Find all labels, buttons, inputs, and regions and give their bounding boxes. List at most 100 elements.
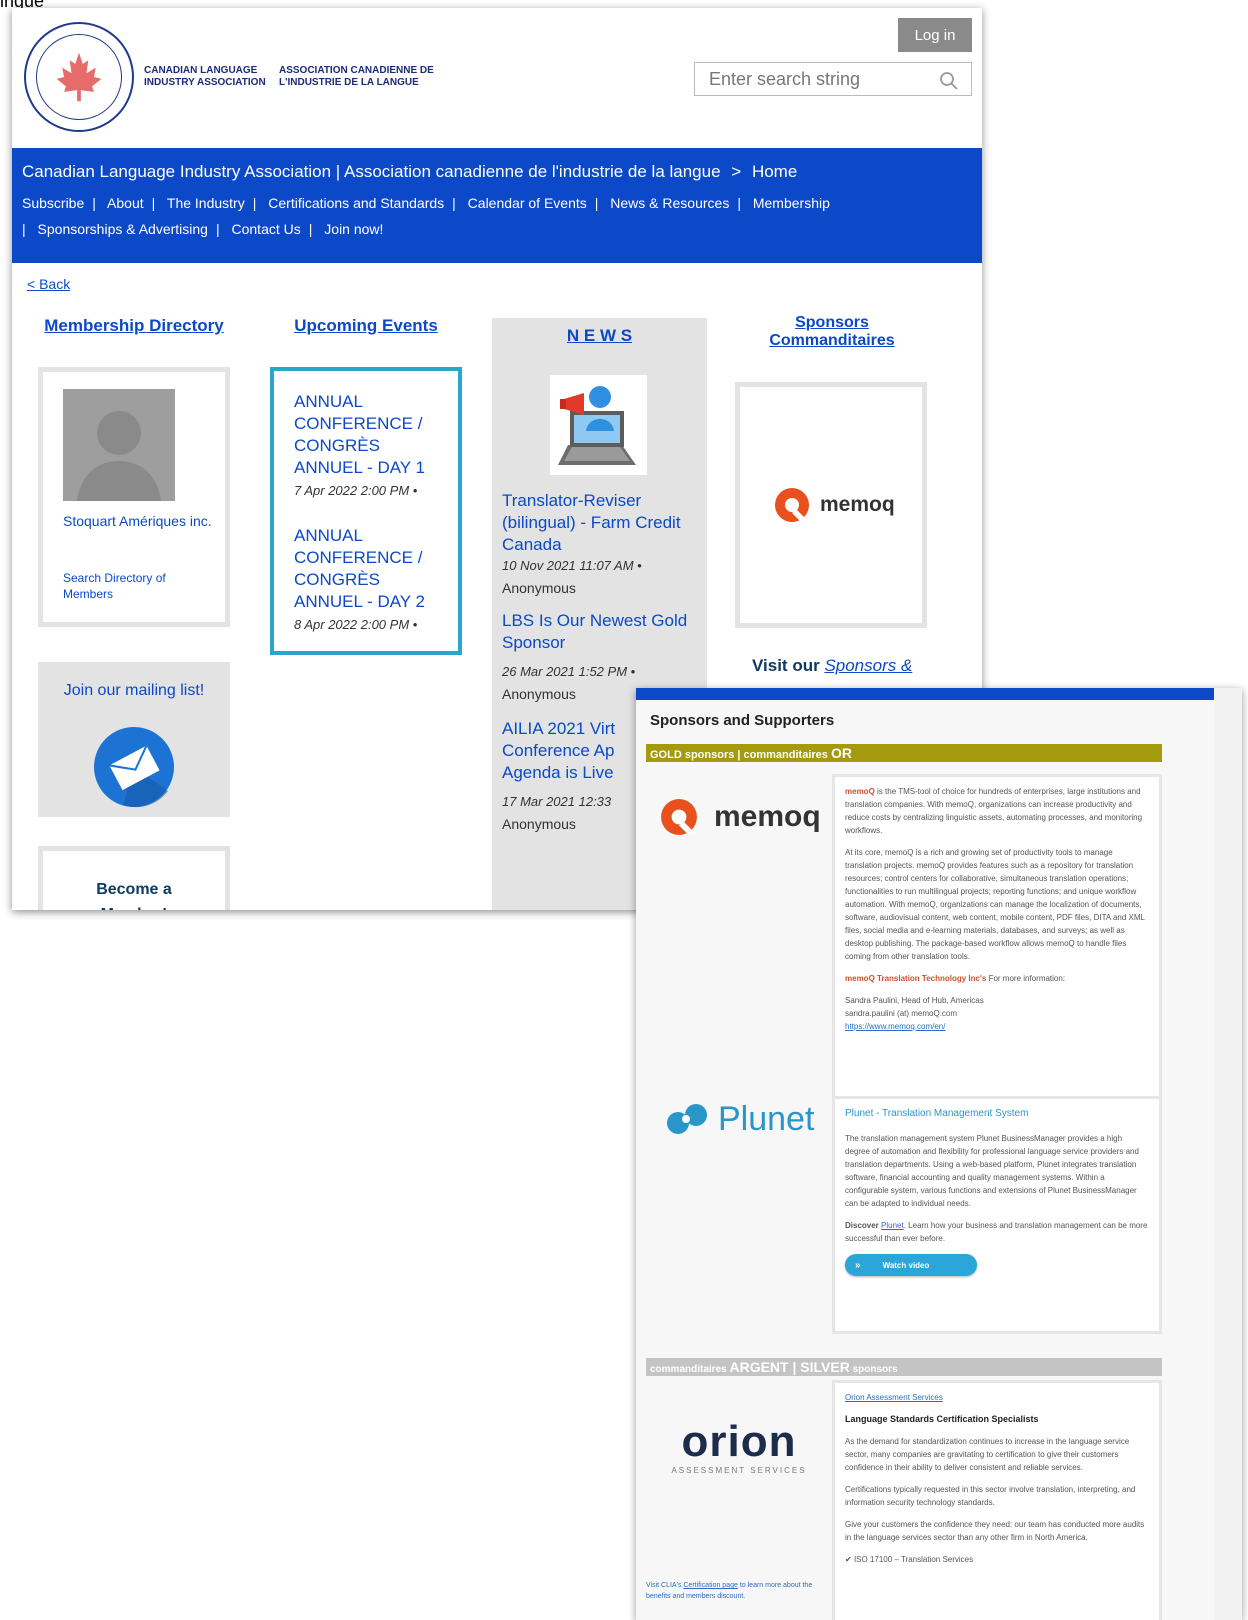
avatar[interactable] [63, 389, 175, 501]
nav-separator: | [452, 195, 456, 211]
memoq-paragraph: memoQ is the TMS-tool of choice for hund… [845, 785, 1149, 837]
sponsors-title-line1[interactable]: Sponsors [736, 314, 928, 332]
person-silhouette-icon [77, 411, 161, 501]
nav-band: Canadian Language Industry Association |… [12, 148, 982, 263]
nav-subscribe[interactable]: Subscribe [22, 195, 84, 211]
news-item-meta: 10 Nov 2021 11:07 AM • Anonymous [502, 554, 697, 599]
certification-page-link[interactable]: Certification page [683, 1582, 737, 1589]
overlay-content: Sponsors and Supporters GOLD sponsors | … [636, 700, 1214, 1620]
become-line2: Member! [43, 902, 225, 910]
mailing-list-label[interactable]: Join our mailing list! [38, 682, 230, 700]
become-member-text[interactable]: Become a Member! [43, 877, 225, 910]
nav-row-2: | Sponsorships & Advertising | Contact Us… [22, 221, 383, 237]
breadcrumb-current: Home [751, 162, 798, 181]
plunet-logo-word: Plunet [718, 1100, 815, 1138]
site-header: CANADIAN LANGUAGE INDUSTRY ASSOCIATION A… [12, 8, 982, 148]
nav-separator: | [594, 195, 599, 211]
maple-leaf-icon [36, 34, 122, 120]
event-title[interactable]: ANNUAL CONFERENCE / CONGRÈS ANNUEL - DAY… [294, 525, 444, 613]
silver-bar-small: commanditaires [650, 1364, 727, 1375]
news-item-author: Anonymous [502, 580, 576, 596]
nav-separator: | [252, 195, 257, 211]
orion-p2: Certifications typically requested in th… [845, 1485, 1136, 1507]
memoq-paragraph: memoQ Translation Technology Inc's For m… [845, 972, 1149, 985]
memoq-q-icon [775, 488, 809, 522]
plunet-link[interactable]: Plunet [881, 1221, 904, 1230]
envelope-icon[interactable] [93, 726, 175, 808]
nav-sponsorships[interactable]: Sponsorships & Advertising [38, 221, 208, 237]
memoq-contact-email: sandra.paulini (at) memoQ.com [845, 1009, 958, 1018]
search-box [694, 62, 972, 96]
plunet-description: Plunet - Translation Management System T… [832, 1096, 1162, 1334]
memoq-contact-name: Sandra Paulini, Head of Hub, Americas [845, 996, 984, 1005]
nav-separator: | [737, 195, 741, 211]
memoq-logo-word: memoq [820, 493, 895, 516]
org-name-fr: ASSOCIATION CANADIENNE DE L'INDUSTRIE DE… [279, 65, 434, 88]
nav-separator: | [92, 195, 96, 211]
orion-p4-text: ISO 17100 – Translation Services [853, 1555, 974, 1564]
orion-link[interactable]: Orion Assessment Services [845, 1391, 1149, 1404]
plunet-title[interactable]: Plunet - Translation Management System [845, 1107, 1149, 1120]
event-title[interactable]: ANNUAL CONFERENCE / CONGRÈS ANNUEL - DAY… [294, 391, 444, 479]
memoq-logo-large[interactable]: memoq [660, 798, 821, 836]
orion-p3: Give your customers the confidence they … [845, 1520, 1145, 1542]
sponsor-box: memoq [735, 382, 927, 628]
visit-clia-text: Visit CLIA's Certification page to learn… [646, 1580, 826, 1602]
news-item-title[interactable]: AILIA 2021 Virt Conference Ap Agenda is … [502, 718, 622, 784]
become-member-card[interactable]: Become a Member! [38, 846, 230, 910]
mailing-list-card[interactable]: Join our mailing list! [38, 662, 230, 817]
overlay-top-bar [636, 688, 1214, 700]
login-button[interactable]: Log in [898, 18, 972, 52]
memoq-url-link[interactable]: https://www.memoq.com/en/ [845, 1020, 1149, 1033]
plunet-discover: Discover [845, 1221, 879, 1230]
membership-card: Stoquart Amériques inc. Search Directory… [38, 367, 230, 627]
news-title[interactable]: N E W S [492, 326, 707, 346]
search-icon[interactable] [939, 71, 959, 91]
orion-logo-word: orion [681, 1417, 797, 1466]
nav-separator: | [215, 221, 220, 237]
gold-bar-big: OR [830, 745, 852, 761]
become-line1: Become a [96, 881, 172, 898]
memoq-q-icon [661, 799, 697, 835]
nav-separator: | [308, 221, 313, 237]
nav-the-industry[interactable]: The Industry [167, 195, 245, 211]
upcoming-events-title[interactable]: Upcoming Events [270, 316, 462, 336]
nav-membership[interactable]: Membership [753, 195, 830, 211]
news-item-date: 26 Mar 2021 1:52 PM • [502, 664, 636, 679]
event-date: 8 Apr 2022 2:00 PM • [294, 617, 418, 632]
clia-logo[interactable] [24, 22, 134, 132]
memoq-p2: At its core, memoQ is a rich and growing… [845, 848, 1145, 961]
back-link[interactable]: < Back [27, 276, 70, 292]
plunet-logo[interactable]: Plunet [666, 1100, 814, 1139]
gold-sponsors-bar: GOLD sponsors | commanditaires OR [646, 744, 1162, 762]
gold-bar-small: GOLD sponsors | commanditaires [650, 749, 828, 761]
orion-logo-sub: ASSESSMENT SERVICES [671, 1466, 807, 1475]
org-name-en: CANADIAN LANGUAGE INDUSTRY ASSOCIATION [144, 65, 266, 88]
nav-contact[interactable]: Contact Us [232, 221, 301, 237]
member-name-link[interactable]: Stoquart Amériques inc. [63, 512, 213, 530]
nav-news-resources[interactable]: News & Resources [610, 195, 729, 211]
orion-logo[interactable]: orion ASSESSMENT SERVICES [664, 1417, 814, 1476]
news-item-title[interactable]: LBS Is Our Newest Gold Sponsor [502, 610, 697, 654]
sponsors-title-line2[interactable]: Commanditaires [736, 332, 928, 350]
search-input[interactable] [709, 68, 929, 90]
watch-video-label: Watch video [882, 1260, 930, 1270]
sponsors-title[interactable]: Sponsors Commanditaires [736, 314, 928, 350]
news-image[interactable] [550, 375, 647, 475]
check-icon: ✔ [845, 1555, 854, 1564]
visit-sponsors-link[interactable]: Sponsors & [824, 656, 912, 675]
breadcrumb-site[interactable]: Canadian Language Industry Association |… [22, 162, 721, 181]
nav-about[interactable]: About [107, 195, 144, 211]
memoq-description: memoQ is the TMS-tool of choice for hund… [832, 774, 1162, 1104]
nav-join-now[interactable]: Join now! [324, 221, 383, 237]
watch-video-button[interactable]: » Watch video [845, 1254, 977, 1276]
clia-prefix: Visit CLIA's [646, 1582, 682, 1589]
news-item-title[interactable]: Translator-Reviser (bilingual) - Farm Cr… [502, 490, 697, 556]
membership-directory-title[interactable]: Membership Directory [38, 316, 230, 336]
search-directory-link[interactable]: Search Directory of Members [63, 570, 213, 602]
silver-sponsors-bar: commanditaires ARGENT | SILVER sponsors [646, 1358, 1162, 1376]
memoq-company[interactable]: memoQ Translation Technology Inc's [845, 974, 986, 983]
nav-calendar[interactable]: Calendar of Events [468, 195, 587, 211]
nav-certifications[interactable]: Certifications and Standards [268, 195, 444, 211]
memoq-logo[interactable]: memoq [774, 487, 895, 523]
